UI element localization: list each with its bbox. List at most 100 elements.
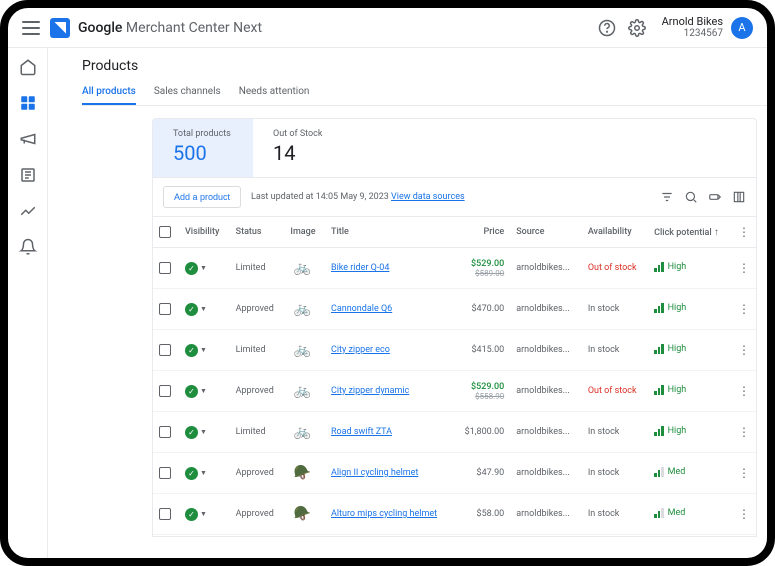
- row-checkbox[interactable]: [159, 385, 171, 397]
- source-text: arnoldbikes...: [510, 535, 582, 538]
- col-status[interactable]: Status: [230, 217, 285, 248]
- bars-icon: [654, 467, 664, 477]
- product-title-link[interactable]: Bike rider Q-04: [331, 263, 389, 273]
- price-cell: $58.00: [454, 494, 510, 535]
- status-text: Limited: [230, 330, 285, 371]
- product-thumbnail: 🚲: [290, 340, 314, 360]
- row-menu-icon[interactable]: ⋮: [738, 425, 750, 439]
- click-potential: High: [654, 262, 686, 272]
- toolbar: Add a product Last updated at 14:05 May …: [152, 178, 757, 217]
- summary-card[interactable]: Total products500: [153, 119, 253, 177]
- visibility-toggle[interactable]: ✓▼: [185, 262, 207, 275]
- last-updated-text: Last updated at 14:05 May 9, 2023 View d…: [251, 192, 465, 202]
- tab-sales-channels[interactable]: Sales channels: [154, 86, 221, 105]
- col-price[interactable]: Price: [454, 217, 510, 248]
- tab-needs-attention[interactable]: Needs attention: [239, 86, 310, 105]
- bell-icon[interactable]: [19, 238, 37, 256]
- table-row: ✓▼Limited🚲City zipper eco$415.00arnoldbi…: [153, 330, 756, 371]
- row-checkbox[interactable]: [159, 344, 171, 356]
- chevron-down-icon: ▼: [200, 346, 207, 354]
- table-options-icon[interactable]: ⋮: [738, 225, 750, 239]
- status-text: Approved: [230, 494, 285, 535]
- visibility-toggle[interactable]: ✓▼: [185, 426, 207, 439]
- col-title[interactable]: Title: [325, 217, 454, 248]
- row-menu-icon[interactable]: ⋮: [738, 384, 750, 398]
- bars-icon: [654, 344, 664, 354]
- filter-icon[interactable]: [660, 190, 674, 204]
- label-icon[interactable]: [708, 190, 722, 204]
- check-icon: ✓: [185, 344, 198, 357]
- products-icon[interactable]: [19, 94, 37, 112]
- megaphone-icon[interactable]: [19, 130, 37, 148]
- row-menu-icon[interactable]: ⋮: [738, 261, 750, 275]
- product-title-link[interactable]: City zipper dynamic: [331, 386, 409, 396]
- avatar[interactable]: A: [731, 17, 753, 39]
- product-title-link[interactable]: Road swift ZTA: [331, 427, 392, 437]
- bars-icon: [654, 385, 664, 395]
- account-info[interactable]: Arnold Bikes 1234567: [662, 15, 723, 40]
- visibility-toggle[interactable]: ✓▼: [185, 344, 207, 357]
- col-visibility[interactable]: Visibility: [179, 217, 230, 248]
- row-menu-icon[interactable]: ⋮: [738, 343, 750, 357]
- product-thumbnail: 🚲: [290, 258, 314, 278]
- click-potential: Med: [654, 467, 685, 477]
- report-icon[interactable]: [19, 166, 37, 184]
- col-availability[interactable]: Availability: [582, 217, 648, 248]
- source-text: arnoldbikes...: [510, 412, 582, 453]
- product-title-link[interactable]: Alturo mips cycling helmet: [331, 509, 437, 519]
- row-checkbox[interactable]: [159, 426, 171, 438]
- summary-card[interactable]: Out of Stock14: [253, 119, 353, 177]
- status-text: Limited: [230, 248, 285, 289]
- click-potential: Med: [654, 508, 685, 518]
- price-cell: $415.00: [454, 330, 510, 371]
- row-checkbox[interactable]: [159, 467, 171, 479]
- product-thumbnail: 🚲: [290, 422, 314, 442]
- row-checkbox[interactable]: [159, 262, 171, 274]
- row-checkbox[interactable]: [159, 508, 171, 520]
- menu-icon[interactable]: [22, 19, 40, 37]
- visibility-toggle[interactable]: ✓▼: [185, 467, 207, 480]
- visibility-toggle[interactable]: ✓▼: [185, 303, 207, 316]
- source-text: arnoldbikes...: [510, 248, 582, 289]
- visibility-toggle[interactable]: ✓▼: [185, 508, 207, 521]
- row-checkbox[interactable]: [159, 303, 171, 315]
- view-data-sources-link[interactable]: View data sources: [391, 192, 465, 202]
- product-thumbnail: 🚲: [290, 299, 314, 319]
- columns-icon[interactable]: [732, 190, 746, 204]
- status-text: Approved: [230, 371, 285, 412]
- product-title-link[interactable]: Align II cycling helmet: [331, 468, 418, 478]
- availability-text: Out of stock: [582, 248, 648, 289]
- row-menu-icon[interactable]: ⋮: [738, 466, 750, 480]
- chart-icon[interactable]: [19, 202, 37, 220]
- availability-text: In stock: [582, 494, 648, 535]
- select-all-checkbox[interactable]: [159, 226, 171, 238]
- col-click-potential[interactable]: Click potential ↑: [648, 217, 732, 248]
- bars-icon: [654, 303, 664, 313]
- col-source[interactable]: Source: [510, 217, 582, 248]
- app-logo: [50, 18, 70, 38]
- gear-icon[interactable]: [628, 19, 646, 37]
- add-product-button[interactable]: Add a product: [163, 186, 241, 208]
- help-icon[interactable]: [598, 19, 616, 37]
- product-title-link[interactable]: Cannondale Q6: [331, 304, 392, 314]
- product-thumbnail: 🪖: [290, 463, 314, 483]
- topbar: Google Merchant Center Next Arnold Bikes…: [8, 8, 767, 48]
- visibility-toggle[interactable]: ✓▼: [185, 385, 207, 398]
- click-potential: High: [654, 344, 686, 354]
- availability-text: In stock: [582, 535, 648, 538]
- col-image[interactable]: Image: [284, 217, 325, 248]
- price-cell: $1,800.00: [454, 412, 510, 453]
- summary-value: 500: [173, 141, 233, 165]
- home-icon[interactable]: [19, 58, 37, 76]
- bars-icon: [654, 262, 664, 272]
- search-icon[interactable]: [684, 190, 698, 204]
- tab-all-products[interactable]: All products: [82, 86, 136, 105]
- product-title-link[interactable]: City zipper eco: [331, 345, 390, 355]
- chevron-down-icon: ▼: [200, 428, 207, 436]
- chevron-down-icon: ▼: [200, 264, 207, 272]
- row-menu-icon[interactable]: ⋮: [738, 507, 750, 521]
- tabs: All products Sales channels Needs attentio…: [82, 86, 767, 106]
- source-text: arnoldbikes...: [510, 289, 582, 330]
- row-menu-icon[interactable]: ⋮: [738, 302, 750, 316]
- chevron-down-icon: ▼: [200, 305, 207, 313]
